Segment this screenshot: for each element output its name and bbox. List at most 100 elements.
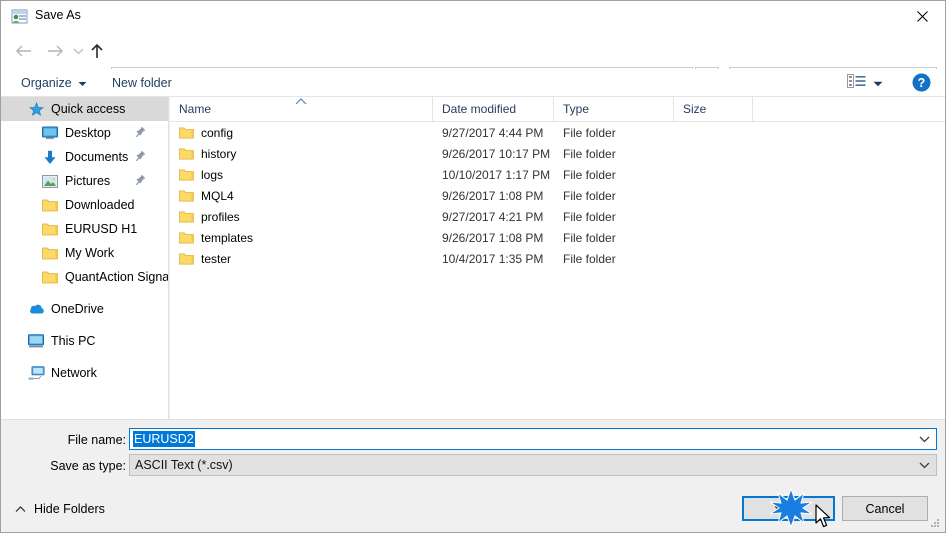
table-row[interactable]: templates 9/26/2017 1:08 PM File folder bbox=[170, 227, 945, 248]
table-row[interactable]: history 9/26/2017 10:17 PM File folder bbox=[170, 143, 945, 164]
svg-text:?: ? bbox=[918, 76, 926, 90]
folder-icon bbox=[179, 126, 194, 139]
sidebar-item-label: Network bbox=[51, 366, 97, 380]
sidebar-item-this-pc[interactable]: This PC bbox=[1, 329, 168, 353]
sidebar-item-documents[interactable]: Documents bbox=[1, 145, 168, 169]
file-name-text: config bbox=[201, 125, 234, 140]
back-arrow-icon bbox=[15, 45, 31, 57]
table-row[interactable]: config 9/27/2017 4:44 PM File folder bbox=[170, 122, 945, 143]
folder-icon bbox=[41, 221, 59, 237]
column-header-name[interactable]: Name bbox=[170, 97, 433, 121]
sidebar-item-label: My Work bbox=[65, 246, 115, 260]
column-header-label: Size bbox=[683, 102, 707, 116]
column-header-label: Type bbox=[563, 102, 590, 116]
new-folder-button[interactable]: New folder bbox=[104, 69, 180, 96]
file-date-cell: 9/27/2017 4:44 PM bbox=[442, 125, 544, 140]
column-header-size[interactable]: Size bbox=[674, 97, 753, 121]
sidebar-item-my-work[interactable]: My Work bbox=[1, 241, 168, 265]
file-name-cell: config bbox=[170, 122, 433, 143]
pin-icon[interactable] bbox=[135, 126, 146, 141]
sidebar-item-label: Documents bbox=[65, 150, 129, 164]
folder-icon bbox=[179, 252, 194, 265]
column-header-date-modified[interactable]: Date modified bbox=[433, 97, 554, 121]
file-name-text: profiles bbox=[201, 209, 240, 224]
pin-icon[interactable] bbox=[135, 174, 146, 189]
chevron-down-icon bbox=[78, 76, 87, 90]
table-row[interactable]: MQL4 9/26/2017 1:08 PM File folder bbox=[170, 185, 945, 206]
sidebar-item-label: This PC bbox=[51, 334, 96, 348]
save-button[interactable]: Save bbox=[742, 496, 835, 521]
file-name-value[interactable]: EURUSD2 bbox=[133, 431, 195, 447]
help-icon: ? bbox=[912, 73, 931, 92]
view-mode-button[interactable] bbox=[847, 69, 883, 96]
folder-icon bbox=[179, 168, 194, 181]
hide-folders-button[interactable]: Hide Folders bbox=[15, 502, 105, 516]
sidebar-item-label: EURUSD H1 bbox=[65, 222, 138, 236]
file-name-text: logs bbox=[201, 167, 224, 182]
file-list: Name Date modified Type Size config 9/27/201… bbox=[170, 97, 945, 419]
file-name-text: tester bbox=[201, 251, 232, 266]
file-name-input[interactable]: EURUSD2 bbox=[129, 428, 937, 450]
pin-icon[interactable] bbox=[135, 150, 146, 165]
help-button[interactable]: ? bbox=[912, 73, 931, 92]
chevron-up-icon bbox=[15, 502, 26, 516]
close-button[interactable] bbox=[899, 1, 945, 32]
onedrive-cloud-icon bbox=[27, 301, 45, 317]
navigation-pane: Quick access Desktop Documents Pictures Down… bbox=[1, 97, 169, 419]
folder-icon bbox=[179, 231, 194, 244]
cancel-button[interactable]: Cancel bbox=[842, 496, 928, 521]
sidebar-item-quick-access[interactable]: Quick access bbox=[1, 97, 168, 121]
sidebar-item-eurusd-h1[interactable]: EURUSD H1 bbox=[1, 217, 168, 241]
sidebar-item-onedrive[interactable]: OneDrive bbox=[1, 297, 168, 321]
file-size-cell bbox=[683, 164, 762, 185]
file-name-dropdown[interactable] bbox=[914, 429, 934, 449]
title-bar: Save As bbox=[1, 1, 945, 32]
sidebar-item-desktop[interactable]: Desktop bbox=[1, 121, 168, 145]
star-icon bbox=[27, 101, 45, 117]
organize-label: Organize bbox=[21, 75, 72, 90]
sidebar-item-label: Desktop bbox=[65, 126, 111, 140]
close-icon bbox=[916, 11, 928, 22]
sidebar-item-network[interactable]: Network bbox=[1, 361, 168, 385]
file-date-cell: 9/27/2017 4:21 PM bbox=[442, 209, 544, 224]
folder-icon bbox=[41, 269, 59, 285]
sidebar-item-quantaction-signal[interactable]: QuantAction Signal bbox=[1, 265, 168, 289]
file-type-cell: File folder bbox=[563, 167, 616, 182]
sidebar-item-downloaded[interactable]: Downloaded bbox=[1, 193, 168, 217]
window-title: Save As bbox=[35, 8, 81, 22]
forward-button[interactable] bbox=[41, 38, 69, 64]
file-type-cell: File folder bbox=[563, 125, 616, 140]
this-pc-icon bbox=[27, 333, 45, 349]
table-row[interactable]: logs 10/10/2017 1:17 PM File folder bbox=[170, 164, 945, 185]
folder-icon bbox=[41, 197, 59, 213]
column-header-label: Date modified bbox=[442, 102, 517, 116]
sidebar-item-pictures[interactable]: Pictures bbox=[1, 169, 168, 193]
sidebar-item-label: Downloaded bbox=[65, 198, 135, 212]
save-as-type-dropdown[interactable] bbox=[914, 455, 934, 475]
file-size-cell bbox=[683, 143, 762, 164]
file-name-cell: tester bbox=[170, 248, 433, 269]
file-name-cell: profiles bbox=[170, 206, 433, 227]
file-type-cell: File folder bbox=[563, 230, 616, 245]
save-as-type-select[interactable]: ASCII Text (*.csv) bbox=[129, 454, 937, 476]
column-header-type[interactable]: Type bbox=[554, 97, 674, 121]
file-date-cell: 9/26/2017 10:17 PM bbox=[442, 146, 551, 161]
file-size-cell bbox=[683, 248, 762, 269]
save-as-icon bbox=[11, 8, 28, 25]
file-type-cell: File folder bbox=[563, 251, 616, 266]
resize-grip[interactable] bbox=[929, 517, 941, 529]
organize-button[interactable]: Organize bbox=[13, 69, 95, 96]
table-row[interactable]: profiles 9/27/2017 4:21 PM File folder bbox=[170, 206, 945, 227]
up-arrow-icon bbox=[91, 43, 103, 58]
back-button[interactable] bbox=[9, 38, 37, 64]
save-as-dialog: Save As Search 915566BA06ADA40756... Org… bbox=[0, 0, 946, 533]
chevron-down-icon bbox=[919, 462, 929, 469]
file-size-cell bbox=[683, 206, 762, 227]
sort-ascending-caret-icon bbox=[295, 97, 307, 107]
up-button[interactable] bbox=[85, 38, 109, 64]
save-as-type-label: Save as type: bbox=[50, 459, 126, 473]
hide-folders-label: Hide Folders bbox=[34, 502, 105, 516]
table-row[interactable]: tester 10/4/2017 1:35 PM File folder bbox=[170, 248, 945, 269]
